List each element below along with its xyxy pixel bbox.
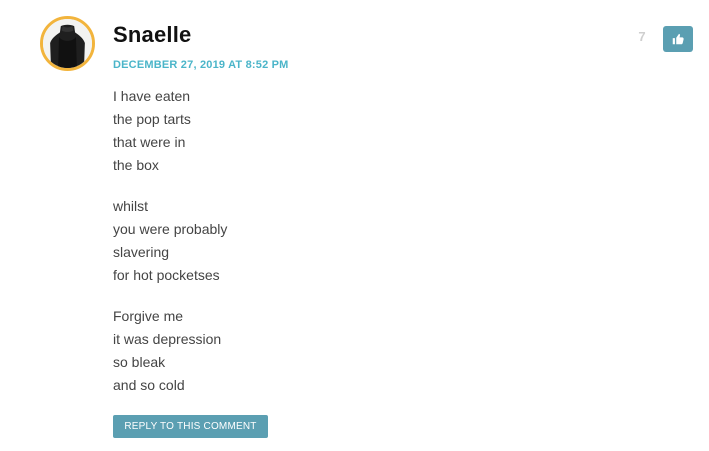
comment-line: you were probably bbox=[113, 221, 228, 237]
avatar[interactable] bbox=[40, 16, 95, 71]
comment-line: so bleak bbox=[113, 354, 166, 370]
comment-line: it was depression bbox=[113, 331, 222, 347]
like-button[interactable] bbox=[663, 26, 693, 52]
comment-author: Snaelle bbox=[113, 22, 192, 47]
comment-stanza: whilst you were probably slavering for hot … bbox=[113, 195, 227, 287]
comment-stanza: I have eaten the pop tarts that were in the… bbox=[113, 85, 227, 177]
comment-line: Forgive me bbox=[113, 308, 184, 324]
comment-line: the pop tarts bbox=[113, 111, 191, 127]
comment-line: that were in bbox=[113, 134, 186, 150]
comment-line: and so cold bbox=[113, 377, 185, 393]
comment-stanza: Forgive me it was depression so bleak and s… bbox=[113, 305, 227, 397]
comment-line: whilst bbox=[113, 198, 149, 214]
comment-line: the box bbox=[113, 157, 159, 173]
thumbs-up-icon bbox=[672, 33, 684, 45]
comment-date[interactable]: DECEMBER 27, 2019 AT 8:52 PM bbox=[113, 59, 289, 71]
comment-line: I have eaten bbox=[113, 88, 191, 104]
dress-form-icon bbox=[43, 19, 92, 68]
comment-body: I have eaten the pop tarts that were in the… bbox=[113, 85, 227, 415]
reply-button[interactable]: REPLY TO THIS COMMENT bbox=[113, 415, 268, 438]
comment-line: slavering bbox=[113, 244, 170, 260]
like-count: 7 bbox=[638, 29, 646, 44]
comment-line: for hot pocketses bbox=[113, 267, 220, 283]
